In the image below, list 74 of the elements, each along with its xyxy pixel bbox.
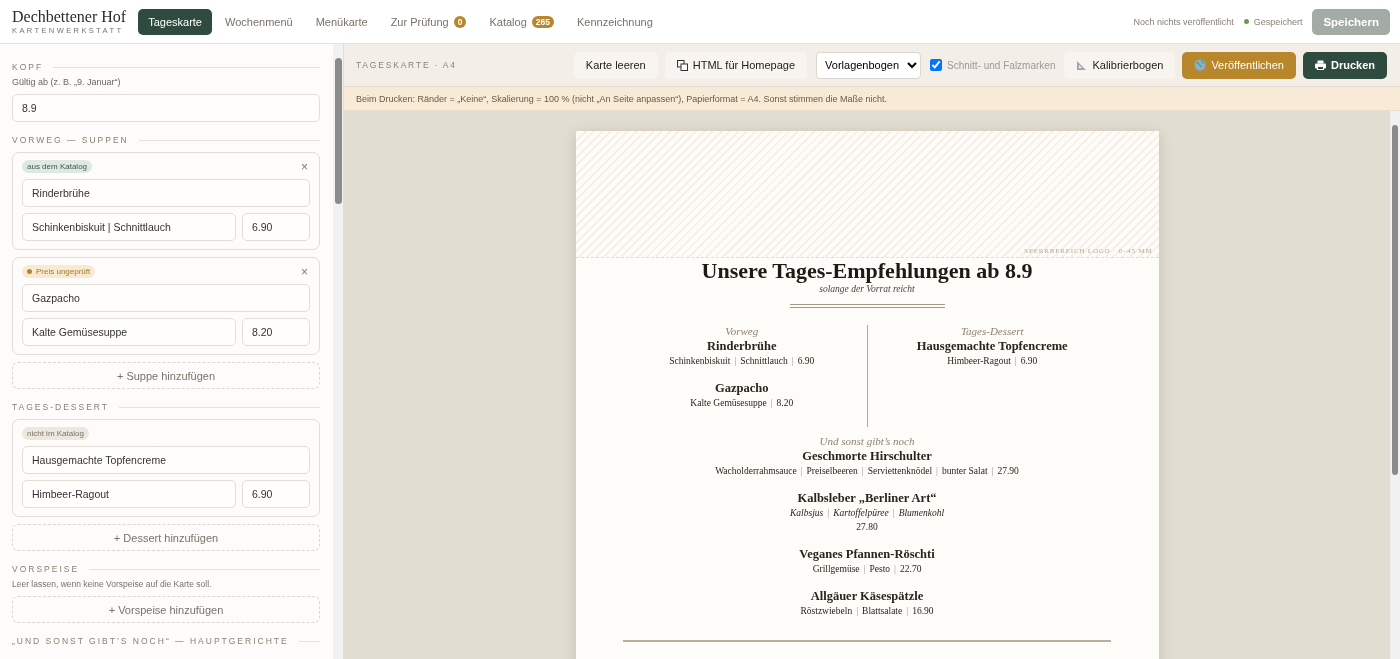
globe-icon [1194,59,1207,71]
nav-tab[interactable]: Wochenmenü [215,8,303,35]
price-field[interactable]: 6.90 [242,213,310,241]
price-field[interactable]: 6.90 [242,480,310,508]
add-button[interactable]: + Vorspeise hinzufügen [12,596,320,623]
status-tag: nicht im Katalog [22,427,89,440]
printer-icon [1314,60,1326,70]
dish-name: Allgäuer Käsespätzle [810,588,924,604]
scrollbar-thumb[interactable] [1392,125,1398,475]
dish-details: Röstzwiebeln | Blattsalate | 16.90 [800,605,934,618]
price-field[interactable]: 8.20 [242,318,310,346]
dish-details: Kalbsjus | Kartoffelpüree | Blumenkohl [789,507,945,520]
nav-tab[interactable]: Kennzeichnung [566,8,663,35]
menu-subtitle: solange der Vorrat reicht [819,284,915,294]
print-notice: Beim Drucken: Ränder = „Keine“, Skalierung = 100 % (nicht „An Seite anpassen“), Papierformat = A4. Sonst stimmen die Maße nicht. [344,87,1400,111]
dish-name: Veganes Pfannen-Röschti [799,546,935,562]
dish-name: Hausgemachte Topfencreme [916,338,1068,354]
brand-name: Dechbettener Hof [12,7,127,26]
course-heading: Und sonst gibt’s noch [819,435,915,448]
section-heading: VORSPEISE [12,564,80,574]
remove-button[interactable]: × [299,265,310,278]
print-button[interactable]: Drucken [1302,51,1387,79]
page-format-label: TAGESKARTE · A4 [356,60,457,70]
nav-tab[interactable]: Katalog 265 [479,8,564,35]
status-dot [1243,19,1249,24]
add-button[interactable]: + Suppe hinzufügen [12,362,320,389]
checkbox-label: Schnitt- und Falzmarken [947,59,1056,71]
scrollbar-thumb[interactable] [334,58,342,204]
dish-name: Gazpacho [715,380,769,396]
calibrate-button[interactable]: Kalibrierbogen [1064,51,1176,79]
section-heading: KOPF [12,62,44,72]
description-field[interactable]: Kalte Gemüsesuppe [22,318,236,346]
dish-name-field[interactable]: Gazpacho [22,284,310,312]
warning-dot [27,269,32,274]
hint-text: Leer lassen, wenn keine Vorspeise auf die Karte soll. [12,579,213,589]
dish-details: Himbeer-Ragout | 6.90 [947,355,1038,368]
nav-tab[interactable]: Tageskarte [138,8,212,35]
scrollbar[interactable] [333,44,343,659]
dish-name-field[interactable]: Hausgemachte Topfencreme [22,446,310,474]
dish-details: Wacholderrahmsauce | Preiselbeeren | Serviettenknödel | bunter Salat | 27.90 [715,465,1019,478]
clear-button[interactable]: Karte leeren [573,51,658,79]
section-heading: TAGES-DESSERT [12,402,109,412]
dish-name: Kalbsleber „Berliner Art“ [797,490,937,506]
course-heading: Tages-Dessert [960,325,1024,338]
dish-price: 27.80 [856,521,878,534]
dish-name: Geschmorte Hirschulter [802,448,932,464]
section-heading: „UND SONST GIBT’S NOCH“ — HAUPTGERICHTE [12,636,289,646]
marks-checkbox[interactable] [930,59,943,71]
nav-tab[interactable]: Zur Prüfung 0 [380,8,477,35]
dish-details: Kalte Gemüsesuppe | 8.20 [690,397,794,410]
html-button[interactable]: HTML für Homepage [664,51,808,79]
nav-tab[interactable]: Menükarte [305,8,378,35]
status-tag: Preis ungeprüft [22,265,96,278]
menu-title: Unsere Tages-Empfehlungen ab 8.9 [701,258,1033,284]
remove-button[interactable]: × [299,160,310,173]
template-select[interactable]: Vorlagenbogen [816,51,922,79]
dish-details: Grillgemüse | Pesto | 22.70 [812,563,922,576]
course-heading: Vorweg [725,325,759,338]
count-badge: 265 [531,15,554,28]
section-heading: VORWEG — SUPPEN [12,135,129,145]
count-badge: 0 [453,15,467,28]
description-field[interactable]: Himbeer-Ragout [22,480,236,508]
description-field[interactable]: Schinkenbiskuit | Schnittlauch [22,213,236,241]
add-button[interactable]: + Dessert hinzufügen [12,524,320,551]
scrollbar[interactable] [1390,111,1400,659]
dish-name-field[interactable]: Rinderbrühe [22,179,310,207]
status-tag: aus dem Katalog [22,160,93,173]
save-status: Gespeichert [1253,16,1303,27]
date-field[interactable]: 8.9 [12,94,320,122]
dish-name: Rinderbrühe [707,338,777,354]
dish-details: Schinkenbiskuit | Schnittlauch | 6.90 [669,355,815,368]
publish-status: Noch nichts veröffentlicht [1133,16,1234,27]
copy-icon [676,59,688,71]
field-label: Gültig ab (z. B. „9. Januar“) [12,77,122,87]
